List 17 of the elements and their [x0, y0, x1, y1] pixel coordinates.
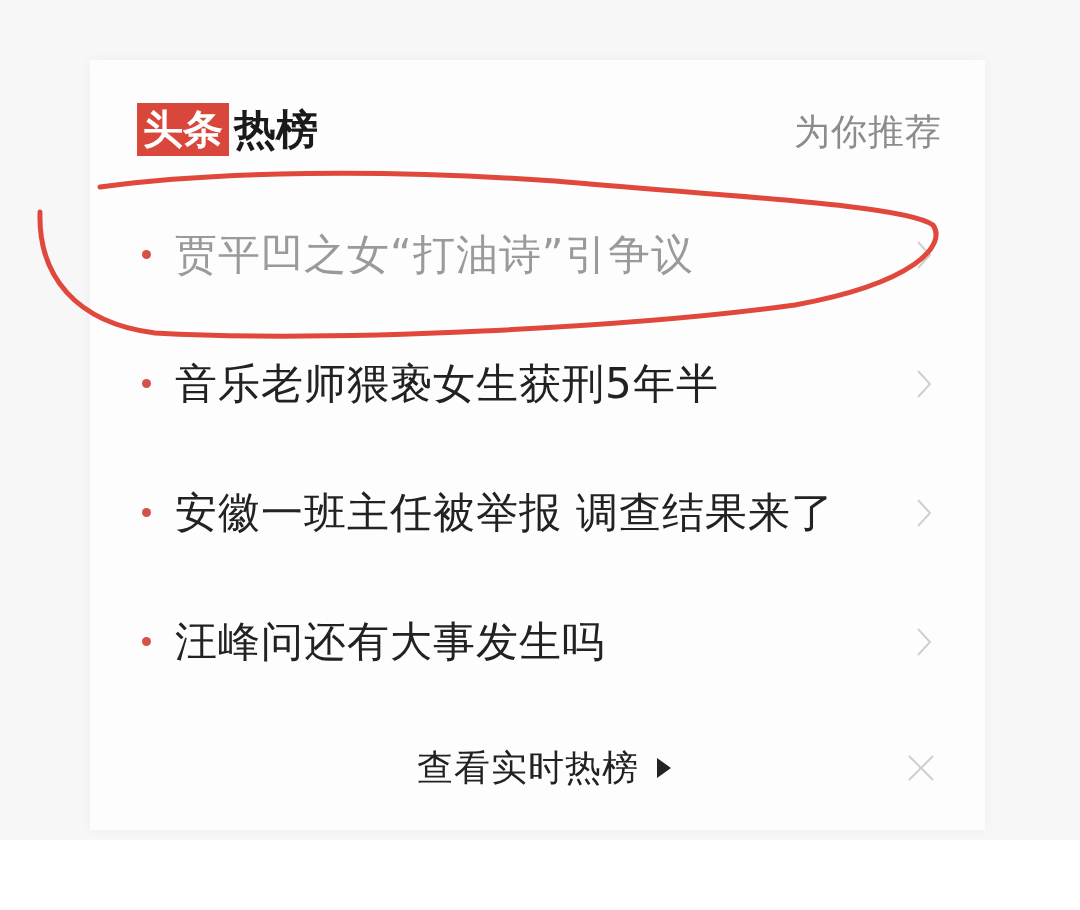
- close-icon[interactable]: [907, 754, 935, 782]
- chevron-right-icon: [916, 239, 932, 270]
- chevron-right-icon: [916, 497, 932, 528]
- brand-label: 头条: [137, 103, 229, 156]
- triangle-right-icon: [657, 758, 671, 778]
- view-hot-list-button[interactable]: 查看实时热榜: [411, 739, 677, 797]
- news-title[interactable]: 音乐老师猥亵女生获刑5年半: [175, 355, 916, 412]
- bullet-icon: [142, 379, 151, 388]
- bullet-icon: [142, 508, 151, 517]
- chevron-right-icon: [916, 626, 932, 657]
- bullet-icon: [142, 250, 151, 259]
- list-title: 热榜: [234, 104, 318, 156]
- chevron-right-icon: [916, 368, 932, 399]
- news-title[interactable]: 汪峰问还有大事发生吗: [175, 613, 916, 670]
- recommend-label: 为你推荐: [794, 110, 942, 154]
- news-title[interactable]: 安徽一班主任被举报 调查结果来了: [175, 484, 916, 541]
- bullet-icon: [142, 637, 151, 646]
